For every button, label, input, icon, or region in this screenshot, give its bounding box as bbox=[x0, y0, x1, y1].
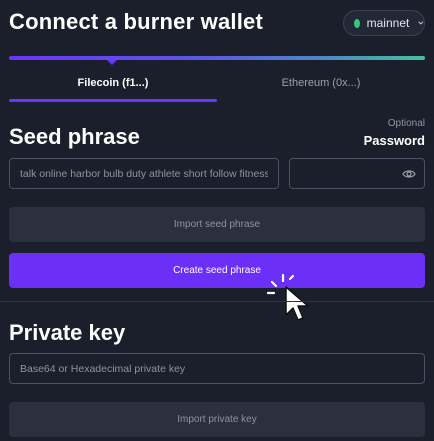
page-title: Connect a burner wallet bbox=[9, 9, 263, 34]
address-type-tabs: Filecoin (f1...) Ethereum (0x...) bbox=[9, 62, 425, 104]
tab-label: Ethereum (0x...) bbox=[281, 77, 361, 89]
seed-phrase-heading: Seed phrase bbox=[9, 124, 140, 149]
seed-phrase-input[interactable]: talk online harbor bulb duty athlete sho… bbox=[9, 158, 279, 189]
seed-phrase-value: talk online harbor bulb duty athlete sho… bbox=[20, 167, 268, 180]
tab-label: Filecoin (f1...) bbox=[77, 77, 149, 89]
network-selector[interactable]: mainnet bbox=[343, 10, 425, 36]
import-seed-phrase-button[interactable]: Import seed phrase bbox=[9, 207, 425, 242]
network-label: mainnet bbox=[366, 16, 410, 30]
password-label: Password bbox=[363, 133, 425, 148]
import-private-key-label: Import private key bbox=[177, 414, 257, 425]
private-key-heading: Private key bbox=[9, 320, 126, 345]
optional-label: Optional bbox=[387, 118, 425, 129]
eye-icon[interactable] bbox=[402, 168, 416, 180]
import-seed-phrase-label: Import seed phrase bbox=[173, 219, 261, 230]
network-status-dot bbox=[354, 18, 360, 28]
progress-gradient-bar bbox=[9, 56, 425, 60]
private-key-placeholder: Base64 or Hexadecimal private key bbox=[20, 362, 186, 375]
tab-filecoin[interactable]: Filecoin (f1...) bbox=[9, 62, 217, 104]
section-divider bbox=[0, 301, 434, 302]
create-seed-phrase-label: Create seed phrase bbox=[173, 265, 261, 276]
create-seed-phrase-button[interactable]: Create seed phrase bbox=[9, 253, 425, 288]
password-input[interactable] bbox=[289, 158, 425, 189]
import-private-key-button[interactable]: Import private key bbox=[9, 402, 425, 437]
private-key-input[interactable]: Base64 or Hexadecimal private key bbox=[9, 353, 425, 384]
chevron-down-icon bbox=[418, 21, 424, 25]
tab-ethereum[interactable]: Ethereum (0x...) bbox=[217, 62, 425, 104]
